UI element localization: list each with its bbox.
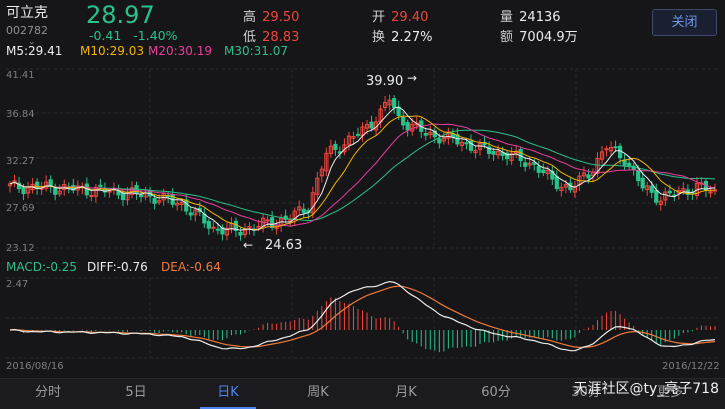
tab-monthly-k[interactable]: 月K [366,379,446,409]
candle-body [654,189,659,203]
candle-body [138,194,144,198]
price-axis-top: 41.41 [6,70,35,81]
candle-body [401,117,406,126]
candle-body [491,150,496,155]
candle-body [238,231,243,236]
candle-body [636,170,641,182]
price-axis-3: 32.27 [6,156,35,167]
price-axis-bottom: 23.12 [6,243,35,254]
ma30-line [9,129,716,222]
tab-60min[interactable]: 60分 [456,379,536,409]
candle-body [554,176,559,190]
candle-body [152,197,157,204]
candle-body [541,169,546,174]
candle-body [21,186,26,194]
macd-axis-top: 2.47 [6,279,29,290]
tab-daily-k[interactable]: 日K [188,379,268,409]
candle-body [89,195,94,198]
dea-legend: DEA:-0.64 [161,260,221,274]
kline-chart[interactable]: 39.90 → ← 24.63 [0,0,725,378]
date-end: 2016/12/22 [662,361,720,372]
tab-weekly-k[interactable]: 周K [278,379,358,409]
candle-body [640,177,645,189]
candle-body [392,98,397,108]
tab-5day[interactable]: 5日 [96,379,176,409]
candle-body [464,142,469,145]
candle-body [184,199,189,212]
candle-body [613,146,618,149]
candle-body [301,208,306,214]
candle-body [270,217,275,228]
candle-body [586,174,591,179]
candle-body [604,148,609,151]
candle-body [53,188,58,195]
arrow-right-icon: → [407,71,417,85]
candle-body [355,133,361,136]
candle-body [206,220,211,229]
candle-body [211,226,216,229]
candle-body [627,162,632,167]
watermark: 天涯社区@ty_亮子718 [573,381,720,397]
macd-legend: MACD:-0.25 [6,260,78,274]
candle-body [35,181,40,189]
tab-intraday[interactable]: 分时 [8,379,88,409]
tab-daily-k-label: 日K [217,385,239,400]
diff-legend: DIFF:-0.76 [87,260,148,274]
candle-body [215,228,220,231]
candle-body [523,162,528,167]
low-marker-label: 24.63 [265,238,302,253]
candle-body [532,162,537,165]
arrow-left-icon: ← [243,238,253,252]
candle-body [423,133,428,136]
candle-body [396,106,401,117]
candle-body [405,122,410,131]
candle-body [333,143,338,150]
candle-body [667,190,672,194]
candle-body [369,121,374,129]
candle-body [107,190,112,193]
candle-body [617,145,623,159]
price-axis-2: 36.84 [6,109,35,120]
high-marker-label: 39.90 [366,74,403,89]
price-axis-4: 27.69 [6,203,35,214]
candle-body [120,192,126,201]
candle-body [98,184,103,187]
candle-body [649,185,654,193]
date-start: 2016/08/16 [6,361,64,372]
candle-body [536,165,541,173]
candle-body [437,138,442,144]
candle-body [188,212,193,216]
candle-body [265,219,270,222]
